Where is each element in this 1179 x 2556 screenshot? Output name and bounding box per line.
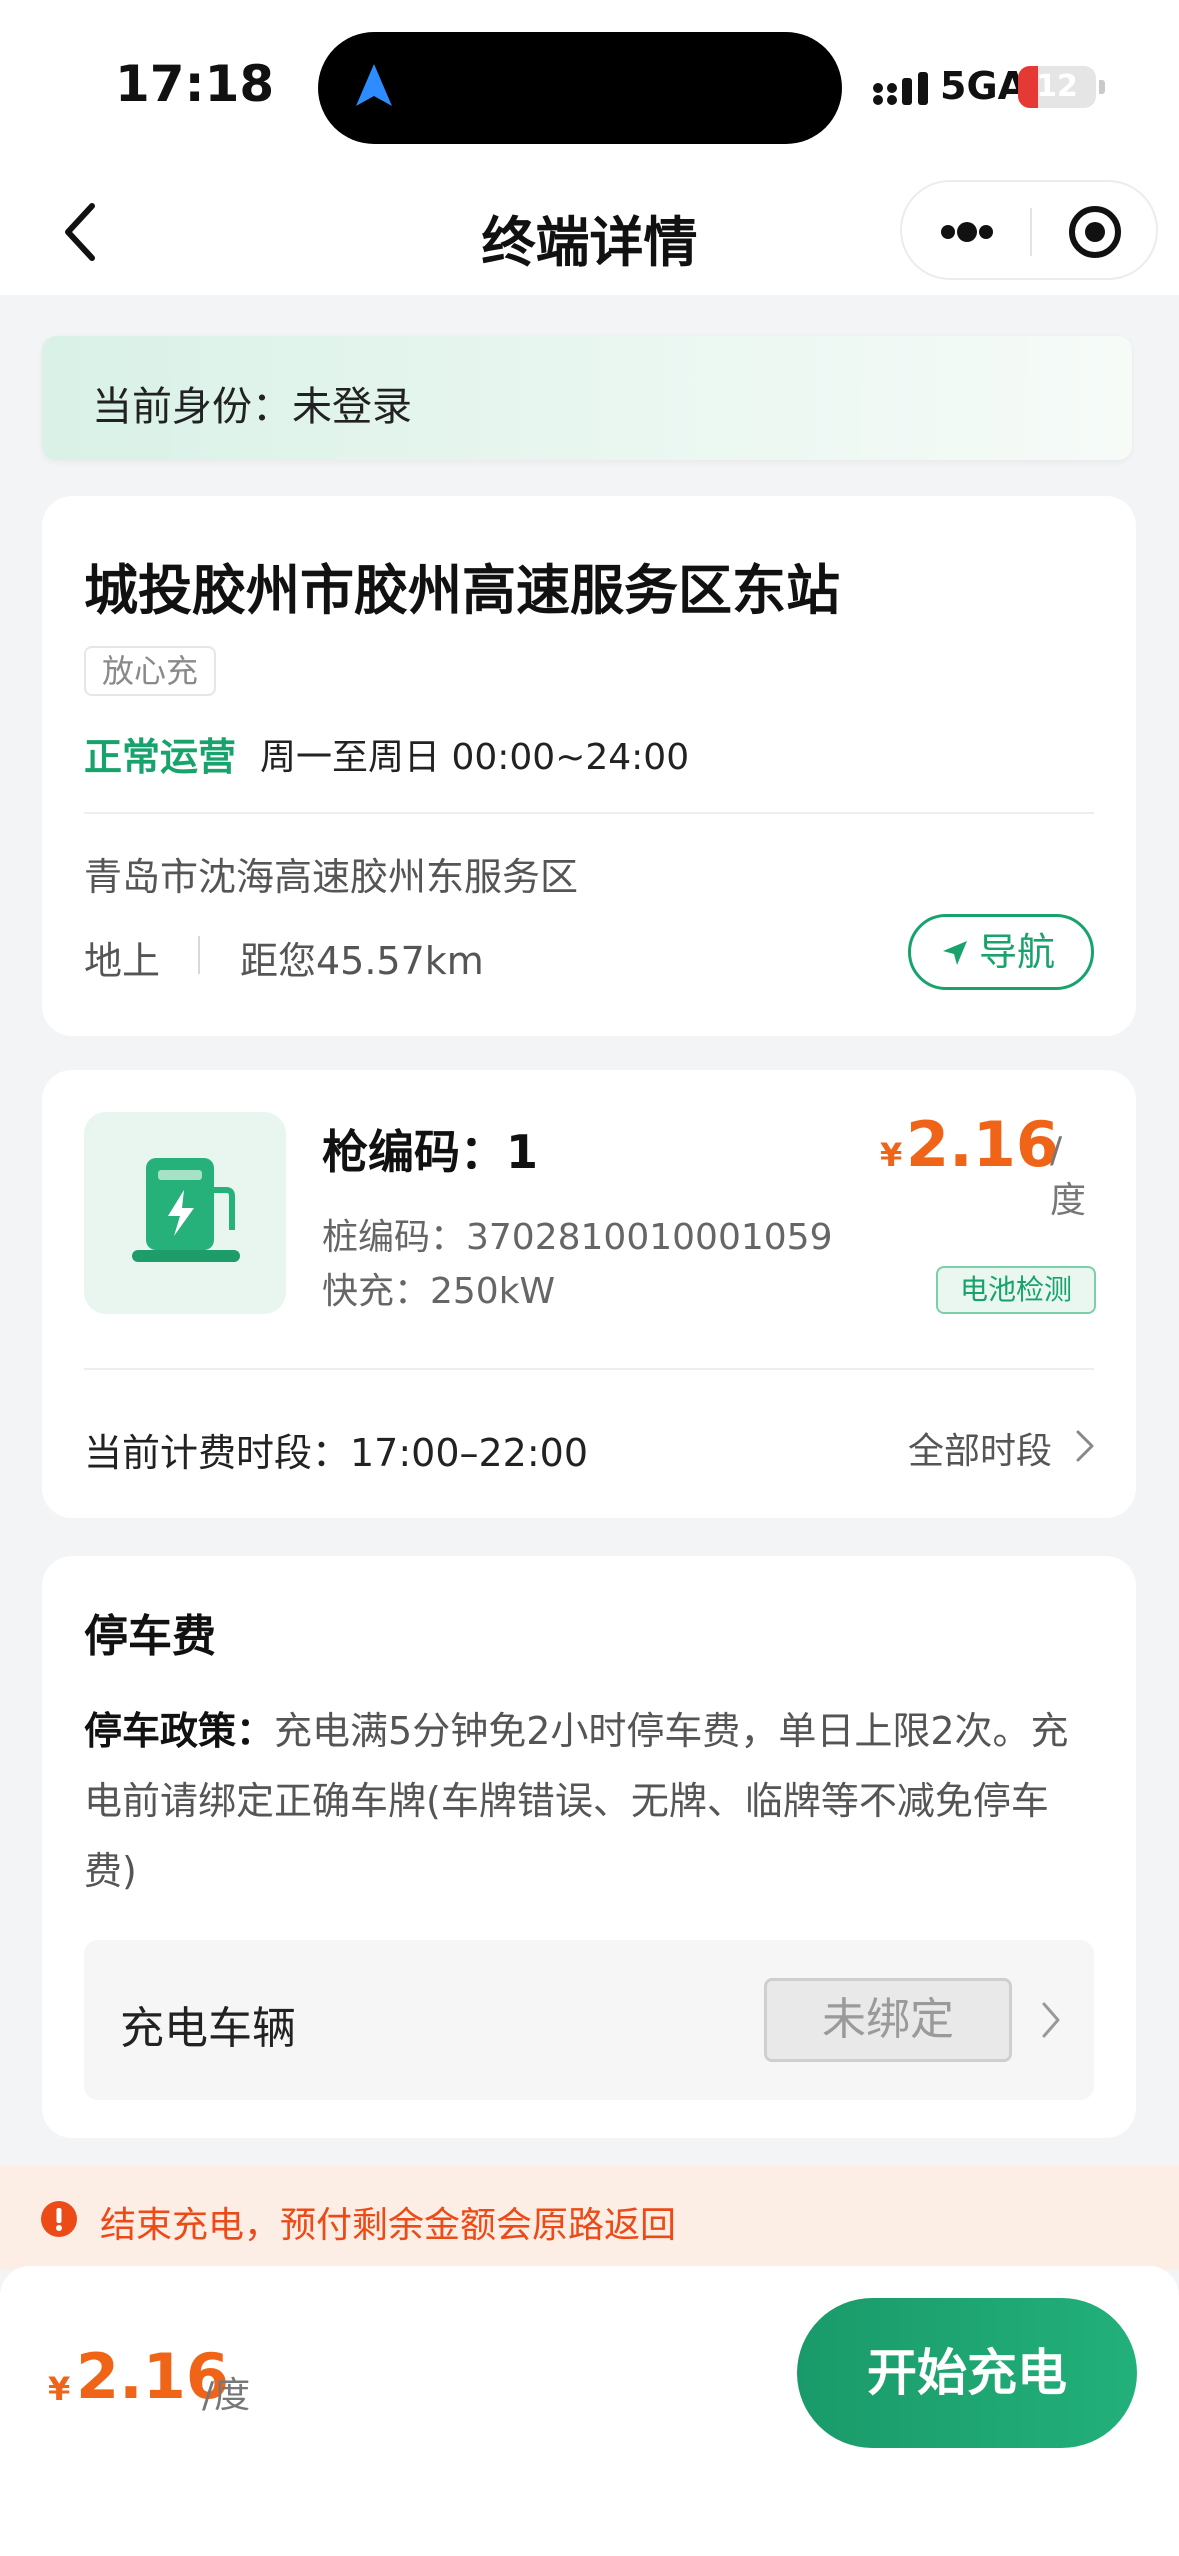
page: 17:18 5GA 12 终端详情 当前身份：未登录 城投胶州市胶州高速服务区东… [0,0,1179,2556]
navigation-arrow-icon [943,941,967,965]
gun-code: 枪编码：1 [322,1125,539,1179]
price-symbol: ¥ [880,1136,903,1174]
status-time: 17:18 [115,55,275,113]
operating-status: 正常运营 [84,735,237,779]
chevron-right-icon[interactable] [1040,2000,1062,2040]
price-unit: /度 [1050,1130,1087,1221]
status-bar: 17:18 5GA 12 [0,0,1179,170]
gun-price: ¥ 2.16 /度 [880,1108,1094,1221]
price-value: 2.16 [906,1108,1059,1181]
parking-title: 停车费 [84,1611,216,1662]
parking-policy: 停车政策：充电满5分钟免2小时停车费，单日上限2次。充电前请绑定正确车牌(车牌错… [84,1696,1094,1906]
battery-icon: 12 [1018,66,1096,108]
capsule-divider [1030,208,1032,256]
all-periods-link[interactable]: 全部时段 [908,1422,1052,1474]
identity-text: 当前身份：未登录 [92,384,412,430]
navigate-button[interactable]: 导航 [908,914,1094,990]
operating-hours: 周一至周日 00:00~24:00 [260,737,690,778]
price-symbol: ¥ [48,2370,71,2408]
divider [84,1368,1094,1370]
parking-fee-card: 停车费 停车政策：充电满5分钟免2小时停车费，单日上限2次。充电前请绑定正确车牌… [42,1556,1136,2138]
notice-text: 结束充电，预付剩余金额会原路返回 [100,2205,677,2246]
location-type: 地上 [84,939,161,983]
dynamic-island [318,32,842,144]
parking-policy-label: 停车政策： [84,1709,275,1753]
chevron-right-icon[interactable] [1074,1428,1096,1464]
battery-percent: 12 [1036,69,1078,104]
start-charging-button[interactable]: 开始充电 [797,2298,1137,2448]
navigate-label: 导航 [979,930,1056,974]
pile-code: 桩编码：3702810010001059 [322,1217,833,1258]
identity-banner[interactable]: 当前身份：未登录 [42,336,1132,460]
gun-icon-box [84,1112,286,1314]
nav-bar: 终端详情 [0,170,1179,295]
charging-vehicle-row[interactable]: 充电车辆 未绑定 [84,1940,1094,2100]
billing-period: 当前计费时段：17:00–22:00 [84,1431,589,1475]
target-icon[interactable] [1050,202,1140,262]
station-card: 城投胶州市胶州高速服务区东站 放心充 正常运营 周一至周日 00:00~24:0… [42,496,1136,1036]
bottom-price: ¥ 2.16 /度 [48,2340,308,2420]
vehicle-label: 充电车辆 [120,2003,296,2054]
station-address: 青岛市沈海高速胶州东服务区 [84,855,579,899]
distance-text: 距您45.57km [240,939,484,983]
signal-icon [873,72,928,105]
fast-charge-power: 快充：250kW [322,1271,556,1312]
location-arrow-icon [356,64,392,106]
battery-cap [1099,80,1105,94]
battery-check-badge[interactable]: 电池检测 [936,1266,1096,1314]
charging-gun-card: 枪编码：1 ¥ 2.16 /度 桩编码：3702810010001059 快充：… [42,1070,1136,1518]
station-name: 城投胶州市胶州高速服务区东站 [84,559,840,622]
price-unit: /度 [202,2375,251,2416]
refund-notice-bar: 结束充电，预付剩余金额会原路返回 [0,2166,1179,2270]
warning-circle-icon [41,2201,77,2237]
charging-station-icon [132,1158,240,1262]
bottom-action-bar: ¥ 2.16 /度 开始充电 [0,2266,1179,2556]
station-tag: 放心充 [84,646,217,696]
network-label: 5GA [940,64,1028,108]
more-dots-icon[interactable] [922,202,1012,262]
unbound-vehicle-button[interactable]: 未绑定 [764,1978,1012,2062]
divider [84,812,1094,814]
separator [198,936,200,974]
mini-program-capsule [900,180,1158,280]
